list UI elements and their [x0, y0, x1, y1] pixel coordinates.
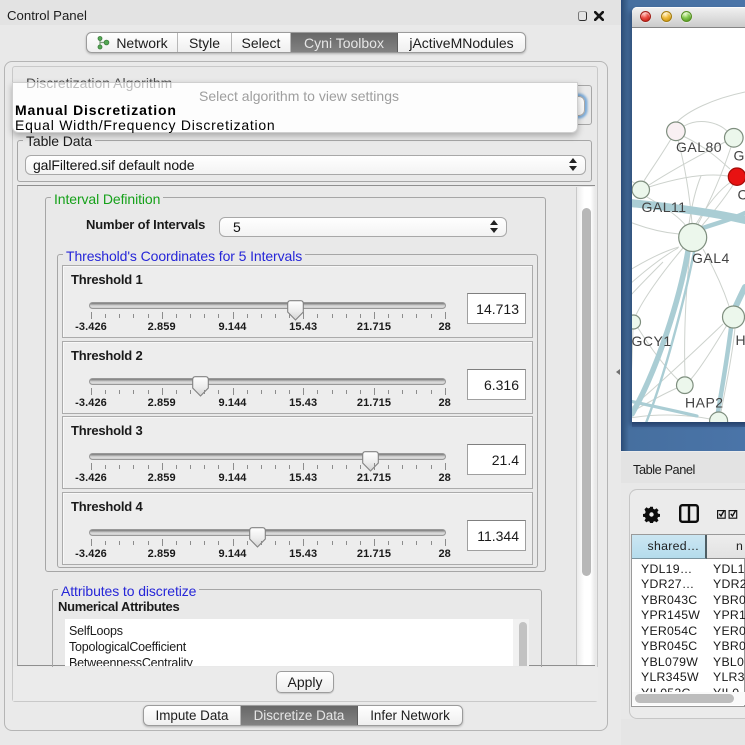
- svg-text:GAL11: GAL11: [642, 199, 687, 215]
- svg-text:GAL4: GAL4: [692, 250, 730, 266]
- svg-text:GCY1: GCY1: [632, 333, 672, 349]
- svg-text:GA: GA: [734, 148, 745, 164]
- svg-text:C: C: [738, 187, 745, 203]
- svg-text:GAL80: GAL80: [676, 139, 722, 155]
- svg-text:H: H: [736, 332, 745, 348]
- svg-text:HAP2: HAP2: [685, 395, 724, 411]
